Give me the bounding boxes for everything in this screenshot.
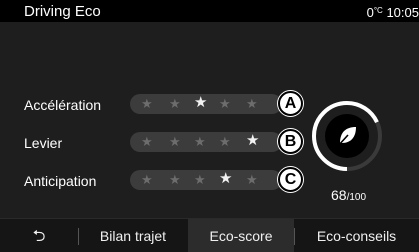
star-icon: ★ <box>141 96 153 111</box>
star-icon: ★ <box>246 172 258 187</box>
tab-bilan-trajet[interactable]: Bilan trajet <box>78 219 188 252</box>
driving-eco-screen: Driving Eco 0°C 10:05 Accélération ★ ★ ★… <box>0 0 419 252</box>
criterion-row-levier: Levier ★ ★ ★ ★ ★ B <box>24 129 304 154</box>
clock-time: 10:05 <box>386 5 419 20</box>
eco-score-gauge <box>312 101 382 171</box>
marker-a-badge: A <box>278 91 303 116</box>
temperature-unit: °C <box>373 6 383 15</box>
outside-temperature-value: 0 <box>366 5 374 20</box>
page-title: Driving Eco <box>24 3 101 20</box>
star-icon: ★ <box>246 96 258 111</box>
score-number: 68 <box>331 187 347 203</box>
marker-b-badge: B <box>278 129 303 154</box>
back-button[interactable]: ⮌ <box>0 219 78 252</box>
star-rating: ★ ★ ★ ★ ★ <box>130 170 282 190</box>
status-area: 0°C 10:05 <box>367 5 419 20</box>
back-arrow-icon: ⮌ <box>32 228 46 245</box>
star-rating: ★ ★ ★ ★ ★ <box>130 132 282 152</box>
star-icon: ★ <box>141 172 153 187</box>
tab-eco-conseils[interactable]: Eco-conseils <box>294 219 419 252</box>
star-icon: ★ <box>219 134 231 149</box>
eco-score-panel: Accélération ★ ★ ★ ★ ★ A Levier ★ ★ ★ ★ … <box>0 22 419 218</box>
star-icon: ★ <box>219 170 233 187</box>
criterion-row-acceleration: Accélération ★ ★ ★ ★ ★ A <box>24 91 304 116</box>
header-bar: Driving Eco 0°C 10:05 <box>0 0 419 22</box>
criterion-label: Accélération <box>24 97 102 113</box>
star-icon: ★ <box>169 134 181 149</box>
eco-score-value: 68/100 <box>331 187 366 203</box>
tab-eco-score[interactable]: Eco-score <box>188 219 294 252</box>
star-rating: ★ ★ ★ ★ ★ <box>130 94 282 114</box>
star-icon: ★ <box>219 96 231 111</box>
criterion-row-anticipation: Anticipation ★ ★ ★ ★ ★ C <box>24 167 304 192</box>
marker-c-badge: C <box>278 167 303 192</box>
star-icon: ★ <box>169 96 181 111</box>
star-icon: ★ <box>194 134 206 149</box>
score-max: /100 <box>346 192 367 203</box>
bottom-tab-bar: ⮌ Bilan trajet Eco-score Eco-conseils <box>0 218 419 252</box>
star-icon: ★ <box>246 132 260 149</box>
star-icon: ★ <box>194 172 206 187</box>
star-icon: ★ <box>169 172 181 187</box>
star-icon: ★ <box>141 134 153 149</box>
star-icon: ★ <box>194 94 208 111</box>
criterion-label: Levier <box>24 135 63 151</box>
criterion-label: Anticipation <box>24 173 97 189</box>
